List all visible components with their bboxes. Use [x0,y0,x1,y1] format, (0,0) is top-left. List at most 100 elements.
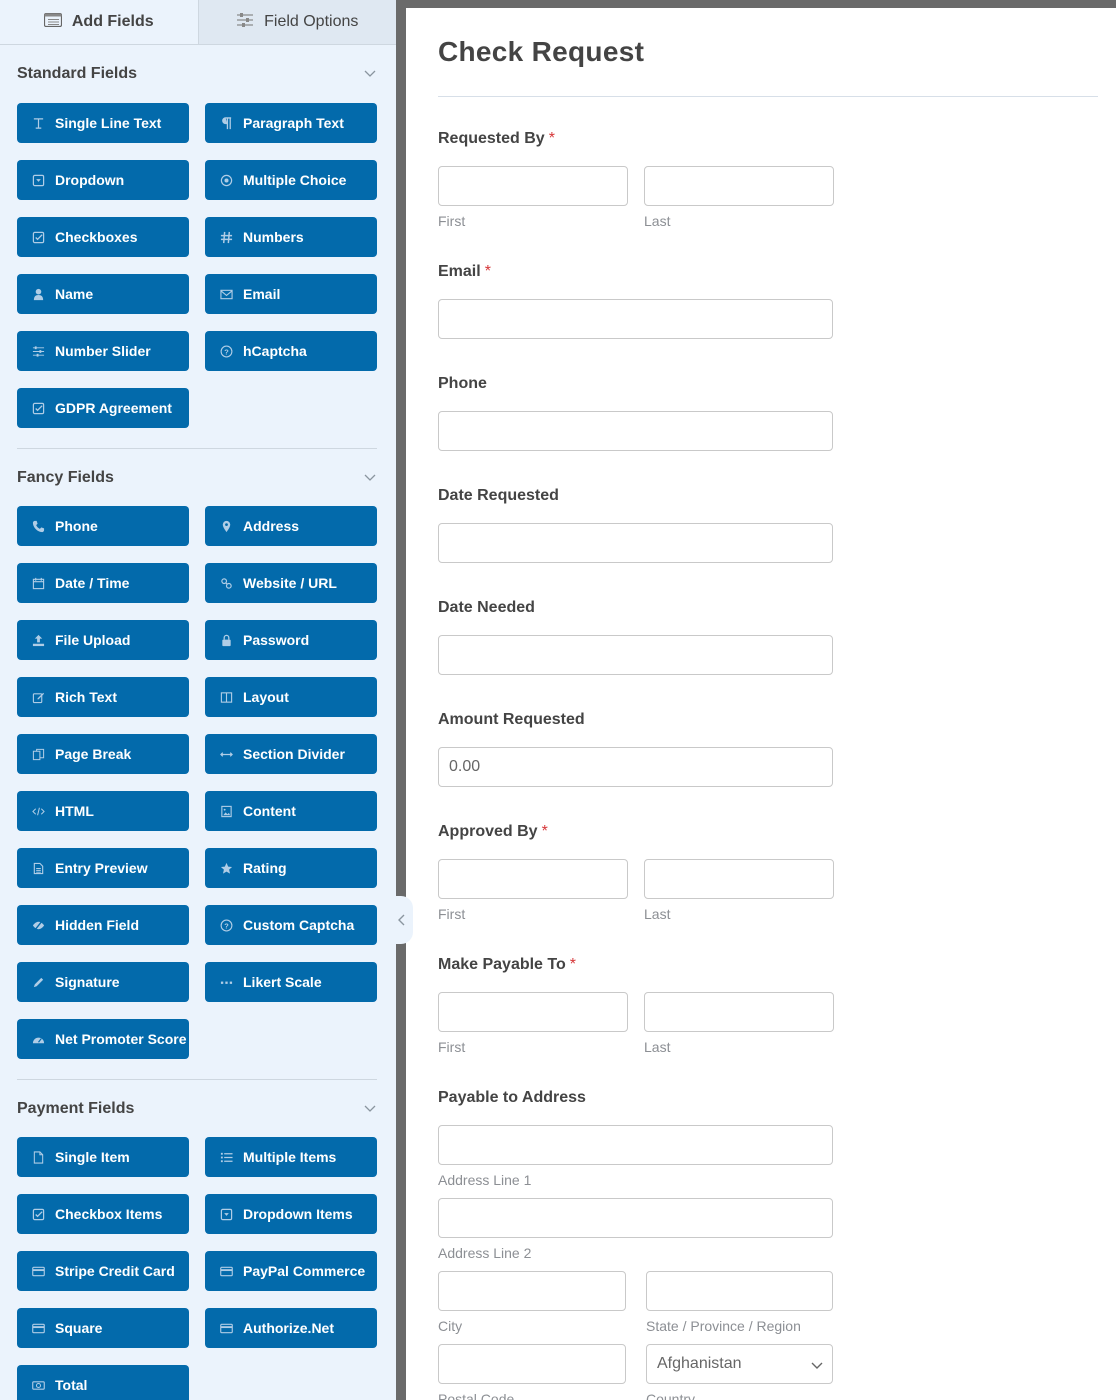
add-field-checkbox-items-button[interactable]: Checkbox Items [17,1194,189,1234]
last-name-input[interactable] [644,859,834,899]
add-field-checkboxes-button[interactable]: Checkboxes [17,217,189,257]
add-field-signature-button[interactable]: Signature [17,962,189,1002]
upload-icon [31,633,45,647]
field-button-label: Password [243,632,310,648]
country-select[interactable]: Afghanistan [646,1344,833,1384]
field-grid: Single Item Multiple Items Checkbox Items D… [17,1137,377,1400]
field-email[interactable]: Email * [438,263,1098,339]
add-field-address-button[interactable]: Address [205,506,377,546]
phone-icon [31,519,45,533]
sublabel: Address Line 1 [438,1172,532,1188]
phone-input[interactable] [438,411,833,451]
section-header[interactable]: Fancy Fields [17,449,377,506]
add-field-layout-button[interactable]: Layout [205,677,377,717]
first-name-input[interactable] [438,992,628,1032]
field-payable-address[interactable]: Payable to Address Address Line 1 Addres… [438,1089,1098,1400]
add-field-password-button[interactable]: Password [205,620,377,660]
list-icon [43,12,62,32]
field-button-label: Paragraph Text [243,115,344,131]
field-button-label: Dropdown [55,172,125,188]
first-name-input[interactable] [438,859,628,899]
add-field-content-button[interactable]: Content [205,791,377,831]
add-field-dropdown-items-button[interactable]: Dropdown Items [205,1194,377,1234]
add-field-dropdown-button[interactable]: Dropdown [17,160,189,200]
last-name-input[interactable] [644,166,834,206]
add-field-gdpr-agreement-button[interactable]: GDPR Agreement [17,388,189,428]
section-fancy-fields: Fancy Fields Phone Address Date / Time Webs… [0,449,396,1080]
field-button-label: Checkbox Items [55,1206,163,1222]
add-field-file-upload-button[interactable]: File Upload [17,620,189,660]
title-divider [438,96,1098,97]
field-make-payable-to[interactable]: Make Payable To * First Last [438,956,1098,1055]
chevron-down-icon[interactable] [363,471,377,485]
add-field-name-button[interactable]: Name [17,274,189,314]
field-requested-by[interactable]: Requested By * First Last [438,130,1098,229]
add-field-multiple-items-button[interactable]: Multiple Items [205,1137,377,1177]
first-name-input[interactable] [438,166,628,206]
add-field-single-line-text-button[interactable]: Single Line Text [17,103,189,143]
field-phone[interactable]: Phone [438,375,1098,451]
address-line-2-input[interactable] [438,1198,833,1238]
add-field-date-time-button[interactable]: Date / Time [17,563,189,603]
add-field-email-button[interactable]: Email [205,274,377,314]
map-marker-icon [219,519,233,533]
add-field-authorize-net-button[interactable]: Authorize.Net [205,1308,377,1348]
field-button-label: Single Item [55,1149,130,1165]
last-name-input[interactable] [644,992,834,1032]
chevron-down-icon[interactable] [363,67,377,81]
tab-field-options[interactable]: Field Options [197,0,396,44]
field-date-needed[interactable]: Date Needed [438,599,1098,675]
date-needed-input[interactable] [438,635,833,675]
add-field-square-button[interactable]: Square [17,1308,189,1348]
svg-text:?: ? [224,347,229,356]
postal-code-input[interactable] [438,1344,626,1384]
add-field-page-break-button[interactable]: Page Break [17,734,189,774]
add-field-single-item-button[interactable]: Single Item [17,1137,189,1177]
collapse-sidebar-button[interactable] [391,896,413,944]
field-button-label: Address [243,518,300,534]
field-date-requested[interactable]: Date Requested [438,487,1098,563]
field-approved-by[interactable]: Approved By * First Last [438,823,1098,922]
add-field-likert-scale-button[interactable]: Likert Scale [205,962,377,1002]
address-line-1-input[interactable] [438,1125,833,1165]
add-field-total-button[interactable]: Total [17,1365,189,1400]
field-button-label: HTML [55,803,94,819]
add-field-hcaptcha-button[interactable]: ? hCaptcha [205,331,377,371]
city-input[interactable] [438,1271,626,1311]
add-field-rating-button[interactable]: Rating [205,848,377,888]
state-input[interactable] [646,1271,833,1311]
add-field-custom-captcha-button[interactable]: ? Custom Captcha [205,905,377,945]
section-header[interactable]: Standard Fields [17,45,377,103]
add-field-rich-text-button[interactable]: Rich Text [17,677,189,717]
credit-card-icon [219,1264,233,1278]
eye-slash-icon [31,918,45,932]
date-requested-input[interactable] [438,523,833,563]
section-payment-fields: Payment Fields Single Item Multiple Items… [0,1080,396,1400]
amount-input[interactable]: 0.00 [438,747,833,787]
add-field-number-slider-button[interactable]: Number Slider [17,331,189,371]
field-amount-requested[interactable]: Amount Requested 0.00 [438,711,1098,787]
field-button-label: Numbers [243,229,304,245]
add-field-numbers-button[interactable]: Numbers [205,217,377,257]
add-field-section-divider-button[interactable]: Section Divider [205,734,377,774]
pencil-icon [31,975,45,989]
add-field-paypal-commerce-button[interactable]: PayPal Commerce [205,1251,377,1291]
section-header[interactable]: Payment Fields [17,1080,377,1137]
field-grid: Phone Address Date / Time Website / URL File… [17,506,377,1059]
add-field-website-url-button[interactable]: Website / URL [205,563,377,603]
field-button-label: Single Line Text [55,115,162,131]
add-field-hidden-field-button[interactable]: Hidden Field [17,905,189,945]
add-field-multiple-choice-button[interactable]: Multiple Choice [205,160,377,200]
add-field-html-button[interactable]: HTML [17,791,189,831]
add-field-phone-button[interactable]: Phone [17,506,189,546]
question-circle-icon: ? [219,918,233,932]
add-field-paragraph-text-button[interactable]: Paragraph Text [205,103,377,143]
chevron-down-icon[interactable] [363,1102,377,1116]
add-field-stripe-credit-card-button[interactable]: Stripe Credit Card [17,1251,189,1291]
radio-icon [219,173,233,187]
email-input[interactable] [438,299,833,339]
add-field-entry-preview-button[interactable]: Entry Preview [17,848,189,888]
add-field-net-promoter-score-button[interactable]: Net Promoter Score [17,1019,189,1059]
field-button-label: Entry Preview [55,860,148,876]
tab-add-fields[interactable]: Add Fields [0,0,198,44]
